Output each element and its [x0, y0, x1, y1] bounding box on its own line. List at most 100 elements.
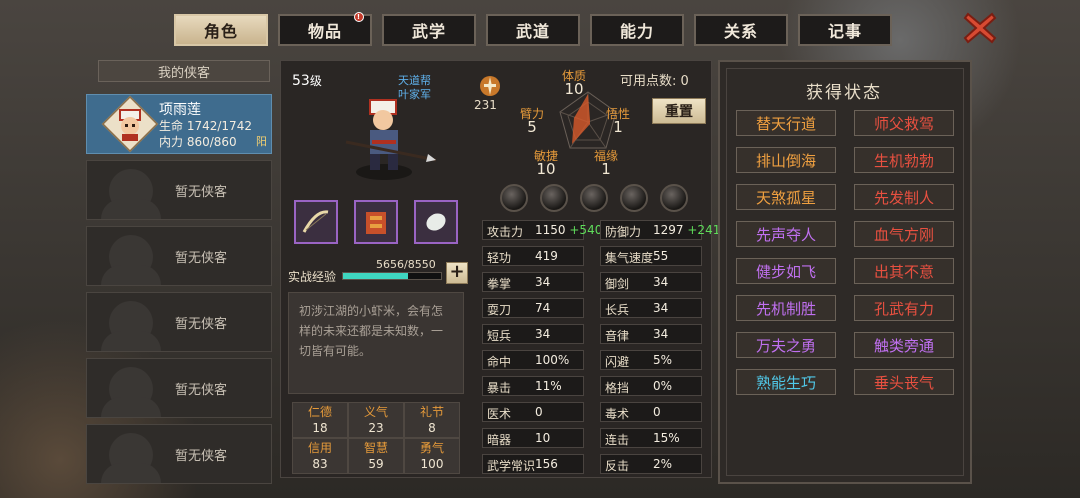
- hero-mp: 内力 860/860: [159, 133, 237, 150]
- hero-slot-empty[interactable]: 暂无侠客: [86, 292, 272, 352]
- status-item[interactable]: 万夫之勇: [736, 332, 836, 358]
- status-label: 熟能生巧: [755, 373, 816, 392]
- status-item[interactable]: 血气方刚: [854, 221, 954, 247]
- gem-slot[interactable]: [660, 184, 688, 212]
- stat-value: 1150 +540: [535, 223, 602, 237]
- hero-slot-empty[interactable]: 暂无侠客: [86, 424, 272, 484]
- status-item[interactable]: 先声夺人: [736, 221, 836, 247]
- stat-value: 100%: [535, 353, 570, 367]
- status-item[interactable]: 先机制胜: [736, 295, 836, 321]
- status-item[interactable]: 健步如飞: [736, 258, 836, 284]
- tab-martial-way[interactable]: 武道: [486, 14, 580, 46]
- virtue-value: 18: [312, 421, 328, 435]
- virtue-value: 8: [428, 421, 436, 435]
- character-description: 初涉江湖的小虾米，会有怎样的未来还都是未知数，一切皆有可能。: [288, 292, 464, 394]
- tab-relations[interactable]: 关系: [694, 14, 788, 46]
- combat-power-icon: [478, 74, 502, 98]
- silhouette-body: [101, 331, 161, 351]
- radar-agility: 敏捷 10: [534, 150, 558, 177]
- virtue-courtesy: 礼节 8: [404, 402, 460, 438]
- status-label: 触类旁通: [873, 336, 934, 355]
- tab-label: 武道: [515, 22, 550, 41]
- stat-key: 暴击: [487, 381, 512, 395]
- notification-badge: !: [354, 12, 364, 22]
- tab-label: 记事: [827, 22, 862, 41]
- stat-key: 攻击力: [487, 225, 524, 239]
- stat-value: 419: [535, 249, 558, 263]
- hp-label: 生命: [159, 119, 184, 133]
- gem-slot[interactable]: [580, 184, 608, 212]
- empty-slot-label: 暂无侠客: [175, 251, 228, 266]
- stat-key: 耍刀: [487, 303, 512, 317]
- virtue-label: 信用: [307, 441, 332, 455]
- equip-accessory-slot[interactable]: [414, 200, 458, 244]
- equip-armor-slot[interactable]: [354, 200, 398, 244]
- stat-key: 闪避: [605, 355, 630, 369]
- status-label: 垂头丧气: [873, 373, 934, 392]
- status-item[interactable]: 出其不意: [854, 258, 954, 284]
- gem-slot[interactable]: [620, 184, 648, 212]
- stat-row: 武学常识 156: [482, 454, 584, 474]
- status-label: 健步如飞: [755, 262, 816, 281]
- status-item[interactable]: 触类旁通: [854, 332, 954, 358]
- status-item[interactable]: 师父救驾: [854, 110, 954, 136]
- exp-bar: [342, 272, 442, 280]
- stat-key: 反击: [605, 459, 630, 473]
- stat-row: 医术 0: [482, 402, 584, 422]
- stat-value: 0%: [653, 379, 673, 393]
- stat-value: 5%: [653, 353, 673, 367]
- radar-constitution: 体质 10: [562, 70, 586, 98]
- status-item[interactable]: 替天行道: [736, 110, 836, 136]
- hero-slot-empty[interactable]: 暂无侠客: [86, 160, 272, 220]
- tab-martial-arts[interactable]: 武学: [382, 14, 476, 46]
- status-item[interactable]: 垂头丧气: [854, 369, 954, 395]
- stat-value: 34: [653, 301, 669, 315]
- tab-journal[interactable]: 记事: [798, 14, 892, 46]
- stat-row: 防御力 1297 +241: [600, 220, 720, 240]
- status-label: 天煞孤星: [755, 188, 816, 207]
- virtue-value: 23: [368, 421, 384, 435]
- stat-key: 御剑: [605, 277, 630, 291]
- equip-weapon-slot[interactable]: [294, 200, 338, 244]
- tab-character[interactable]: 角色: [174, 14, 268, 46]
- status-label: 排山倒海: [755, 151, 816, 170]
- tab-abilities[interactable]: 能力: [590, 14, 684, 46]
- status-item[interactable]: 生机勃勃: [854, 147, 954, 173]
- hero-slot-empty[interactable]: 暂无侠客: [86, 226, 272, 286]
- gem-slot[interactable]: [500, 184, 528, 212]
- stat-row: 反击 2%: [600, 454, 702, 474]
- status-item[interactable]: 熟能生巧: [736, 369, 836, 395]
- stat-value: 74: [535, 301, 551, 315]
- radar-comprehension: 悟性 1: [606, 108, 630, 135]
- add-exp-button[interactable]: +: [446, 262, 468, 284]
- stat-row: 音律 34: [600, 324, 702, 344]
- jade-accessory-icon: [426, 213, 446, 231]
- virtue-loyalty: 义气 23: [348, 402, 404, 438]
- stat-row: 御剑 34: [600, 272, 702, 292]
- status-label: 师父救驾: [873, 114, 934, 133]
- reset-button[interactable]: 重置: [652, 98, 706, 124]
- avatar: [109, 103, 151, 145]
- radar-value: 10: [564, 80, 584, 98]
- hero-slot-empty[interactable]: 暂无侠客: [86, 358, 272, 418]
- status-item[interactable]: 排山倒海: [736, 147, 836, 173]
- status-item[interactable]: 先发制人: [854, 184, 954, 210]
- hero-portrait-icon: [119, 109, 141, 141]
- exp-label: 实战经验: [288, 270, 337, 284]
- status-label: 先机制胜: [755, 299, 816, 318]
- stat-bonus: +540: [569, 223, 603, 237]
- empty-slot-label: 暂无侠客: [175, 185, 228, 200]
- tab-items[interactable]: 物品!: [278, 12, 372, 46]
- gem-slot[interactable]: [540, 184, 568, 212]
- close-button[interactable]: [960, 8, 1000, 48]
- status-item[interactable]: 天煞孤星: [736, 184, 836, 210]
- stat-number: 1297: [653, 223, 684, 237]
- hero-card-selected[interactable]: 项雨莲 生命 1742/1742 内力 860/860 阳: [86, 94, 272, 154]
- stat-key: 暗器: [487, 433, 512, 447]
- silhouette-body: [101, 199, 161, 219]
- character-level: 53级: [292, 72, 322, 89]
- status-item[interactable]: 孔武有力: [854, 295, 954, 321]
- level-suffix: 级: [309, 74, 322, 88]
- virtue-label: 智慧: [363, 441, 388, 455]
- stat-row: 集气速度 55: [600, 246, 702, 266]
